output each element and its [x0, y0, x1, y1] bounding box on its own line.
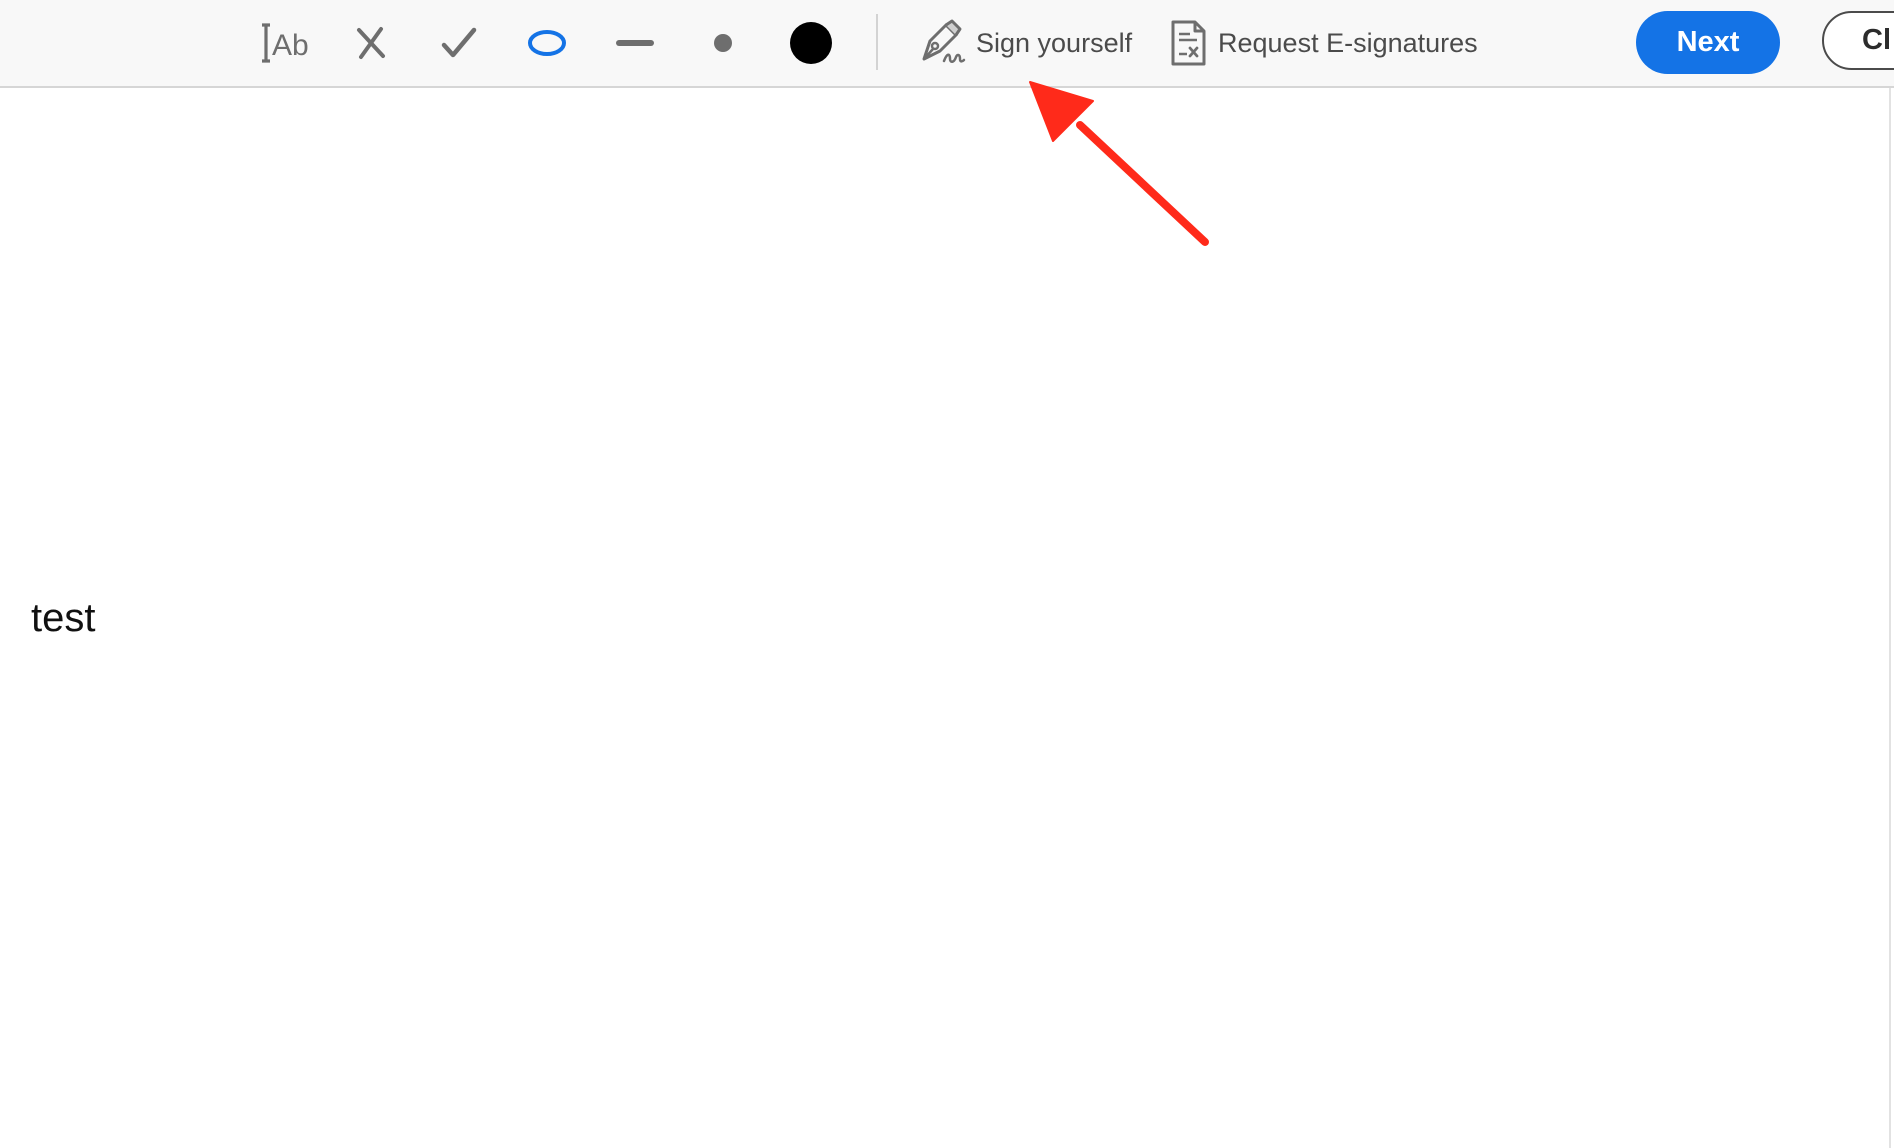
color-swatch-icon	[790, 22, 832, 64]
color-picker[interactable]	[780, 14, 842, 72]
document-text: test	[31, 596, 96, 640]
sign-yourself-label: Sign yourself	[976, 27, 1133, 58]
ellipse-icon	[528, 30, 566, 56]
close-button[interactable]: Cl	[1822, 11, 1894, 70]
close-button-label: Cl	[1862, 24, 1891, 56]
page-edge	[1889, 88, 1891, 1148]
dot-tool[interactable]	[692, 14, 754, 72]
line-tool[interactable]	[604, 14, 666, 72]
request-esignatures-button[interactable]: Request E-signatures	[1168, 14, 1478, 72]
check-mark-tool[interactable]	[428, 14, 490, 72]
document-page[interactable]: test	[0, 88, 1889, 1148]
fill-sign-toolbar: Ab Sign yourself Request E-signatures Ne…	[0, 0, 1894, 88]
x-mark-icon	[357, 27, 385, 59]
pen-nib-signature-icon	[922, 19, 966, 63]
text-ab-icon: Ab	[262, 23, 309, 63]
dash-line-icon	[616, 40, 654, 46]
document-signature-icon	[1171, 20, 1206, 66]
fill-and-sign-window: Ab Sign yourself Request E-signatures Ne…	[0, 0, 1894, 1148]
toolbar-divider	[876, 14, 878, 70]
small-dot-icon	[714, 34, 732, 52]
cross-mark-tool[interactable]	[340, 14, 402, 72]
next-button[interactable]: Next	[1636, 11, 1780, 74]
add-text-tool[interactable]: Ab	[253, 14, 315, 72]
circle-tool[interactable]	[516, 14, 578, 72]
request-esignatures-label: Request E-signatures	[1218, 27, 1478, 58]
svg-text:Ab: Ab	[272, 29, 309, 62]
sign-yourself-button[interactable]: Sign yourself	[916, 14, 1132, 72]
check-mark-icon	[441, 27, 477, 58]
